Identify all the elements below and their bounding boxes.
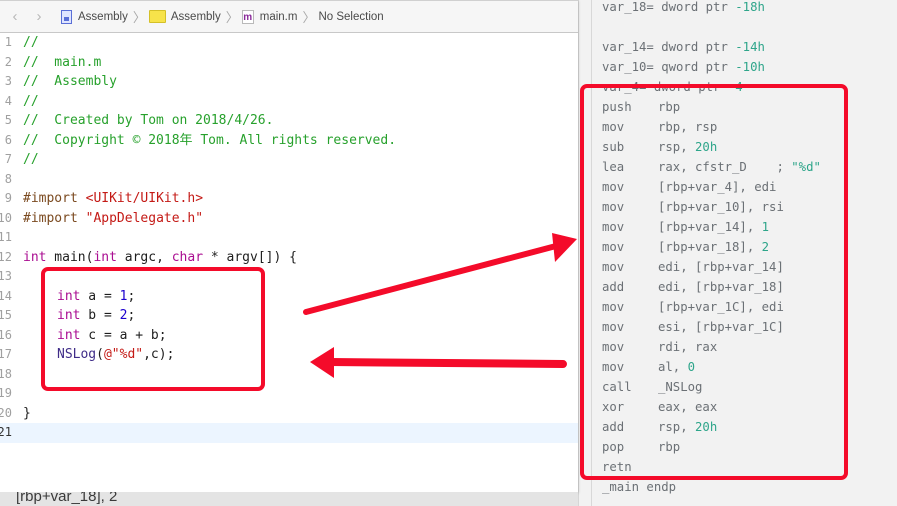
line-number: 13 — [0, 269, 12, 283]
line-number: 20 — [0, 405, 12, 420]
code-line[interactable]: 2 // main.m — [0, 53, 578, 73]
code-text: // Created by Tom on 2018/4/26. — [23, 113, 274, 128]
code-line[interactable]: 8 — [0, 170, 578, 190]
objc-file-icon: m — [241, 9, 254, 24]
code-text: #import <UIKit/UIKit.h> — [23, 189, 203, 209]
background-window-strip: [rbp+var_18], 2 — [0, 492, 578, 506]
code-text: // Assembly — [23, 74, 117, 89]
folder-icon — [148, 10, 166, 23]
jump-bar: ‹ › Assembly 〉 Assembly 〉 m main.m 〉 No … — [0, 0, 578, 33]
code-text: argc, — [116, 249, 172, 265]
code-line[interactable]: 7 // — [0, 150, 578, 170]
line-number: 7 — [4, 152, 12, 166]
asm-var-decl: var_14= dword ptr -14h — [602, 40, 765, 54]
breadcrumb-file[interactable]: m main.m — [241, 9, 297, 24]
code-text: #import "AppDelegate.h" — [23, 209, 203, 229]
line-number: 16 — [0, 327, 12, 342]
code-text: int main(int argc, char * argv[]) { — [23, 248, 297, 268]
code-line[interactable]: 5 // Created by Tom on 2018/4/26. — [0, 111, 578, 131]
code-line[interactable]: 1 // — [0, 33, 578, 53]
line-number: 8 — [4, 171, 12, 186]
code-line-current[interactable]: 21 — [0, 423, 578, 443]
code-line[interactable]: 20} — [0, 404, 578, 424]
code-line[interactable]: 10 #import "AppDelegate.h" — [0, 209, 578, 229]
chevron-right-icon[interactable]: › — [27, 8, 51, 25]
line-number: 18 — [0, 366, 12, 381]
code-text: int — [93, 249, 117, 265]
code-line[interactable]: 11 — [0, 228, 578, 248]
line-number: 14 — [0, 288, 12, 303]
code-text: main( — [46, 249, 94, 265]
line-number: 15 — [0, 308, 12, 322]
code-text: * argv[]) { — [203, 249, 297, 265]
source-highlight-box — [41, 267, 265, 391]
code-text: char — [171, 249, 204, 265]
line-number: 4 — [4, 93, 12, 108]
chevron-right-icon: 〉 — [302, 10, 316, 25]
code-text: // main.m — [23, 54, 102, 70]
code-line[interactable]: 6 // Copyright © 2018年 Tom. All rights re… — [0, 131, 578, 151]
line-number: 17 — [0, 347, 12, 361]
code-line[interactable]: 4 // — [0, 92, 578, 112]
code-text: // — [23, 93, 39, 109]
code-text: // Copyright © 2018年 Tom. All rights res… — [23, 132, 397, 148]
line-number: 1 — [4, 35, 12, 49]
line-number: 6 — [4, 132, 12, 147]
code-text: #import — [23, 191, 78, 206]
chevron-right-icon: 〉 — [132, 10, 146, 25]
source-editor-window: ‹ › Assembly 〉 Assembly 〉 m main.m 〉 No … — [0, 0, 578, 492]
breadcrumb-project[interactable]: Assembly — [61, 9, 128, 24]
code-text: "AppDelegate.h" — [85, 210, 204, 226]
code-text: } — [23, 405, 31, 421]
code-text: // — [23, 35, 39, 50]
asm-main-endp: _main endp — [602, 480, 677, 494]
code-text: int — [23, 249, 47, 265]
code-line[interactable]: 9 #import <UIKit/UIKit.h> — [0, 189, 578, 209]
code-text: // — [23, 152, 39, 167]
chevron-right-icon: 〉 — [225, 10, 239, 25]
breadcrumb-group[interactable]: Assembly — [148, 10, 221, 23]
chevron-left-icon[interactable]: ‹ — [3, 8, 27, 25]
line-number: 3 — [4, 74, 12, 88]
xcode-project-icon — [61, 9, 72, 24]
asm-var-decl: var_18= dword ptr -18h — [602, 0, 765, 14]
line-number: 19 — [0, 386, 12, 400]
code-text: <UIKit/UIKit.h> — [85, 191, 204, 206]
assembly-highlight-box — [580, 84, 848, 480]
asm-var-decl: var_10= qword ptr -10h — [602, 60, 765, 74]
line-number: 5 — [4, 113, 12, 127]
line-number: 21 — [0, 425, 12, 439]
line-number: 12 — [0, 249, 12, 264]
code-text: #import — [23, 210, 78, 226]
line-number: 11 — [0, 230, 12, 244]
line-number: 2 — [4, 54, 12, 69]
line-number: 9 — [4, 191, 12, 205]
breadcrumb-symbol[interactable]: No Selection — [318, 11, 383, 23]
code-line[interactable]: 12 int main(int argc, char * argv[]) { — [0, 248, 578, 268]
line-number: 10 — [0, 210, 12, 225]
code-line[interactable]: 3 // Assembly — [0, 72, 578, 92]
